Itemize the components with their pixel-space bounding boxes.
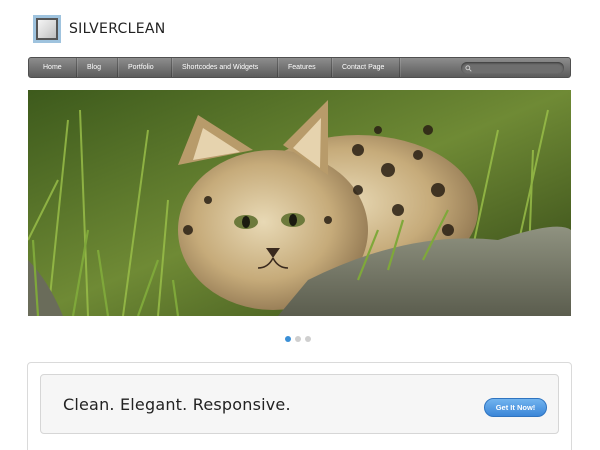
nav-item-portfolio[interactable]: Portfolio (118, 58, 172, 77)
get-it-now-button[interactable]: Get It Now! (484, 398, 547, 417)
slider-dot-3[interactable] (305, 336, 311, 342)
search-box[interactable] (461, 62, 564, 74)
site-header: SILVERCLEAN (33, 14, 166, 44)
nav-item-features[interactable]: Features (278, 58, 332, 77)
nav-item-blog[interactable]: Blog (77, 58, 118, 77)
slider-pagination (285, 336, 311, 342)
serval-kitten-photo (28, 90, 571, 316)
nav-item-home[interactable]: Home (29, 58, 77, 77)
logo-square-icon[interactable] (33, 15, 61, 43)
slider-dot-1[interactable] (285, 336, 291, 342)
nav-item-shortcodes-and-widgets[interactable]: Shortcodes and Widgets (172, 58, 278, 77)
callout-tagline: Clean. Elegant. Responsive. (63, 395, 291, 414)
callout-box: Clean. Elegant. Responsive. Get It Now! (40, 374, 559, 434)
slider-dot-2[interactable] (295, 336, 301, 342)
search-input[interactable] (474, 64, 562, 72)
search-icon (465, 64, 472, 72)
hero-slider[interactable] (28, 90, 571, 316)
nav-item-contact-page[interactable]: Contact Page (332, 58, 400, 77)
site-title[interactable]: SILVERCLEAN (69, 21, 166, 37)
main-navigation: Home Blog Portfolio Shortcodes and Widge… (28, 57, 571, 78)
